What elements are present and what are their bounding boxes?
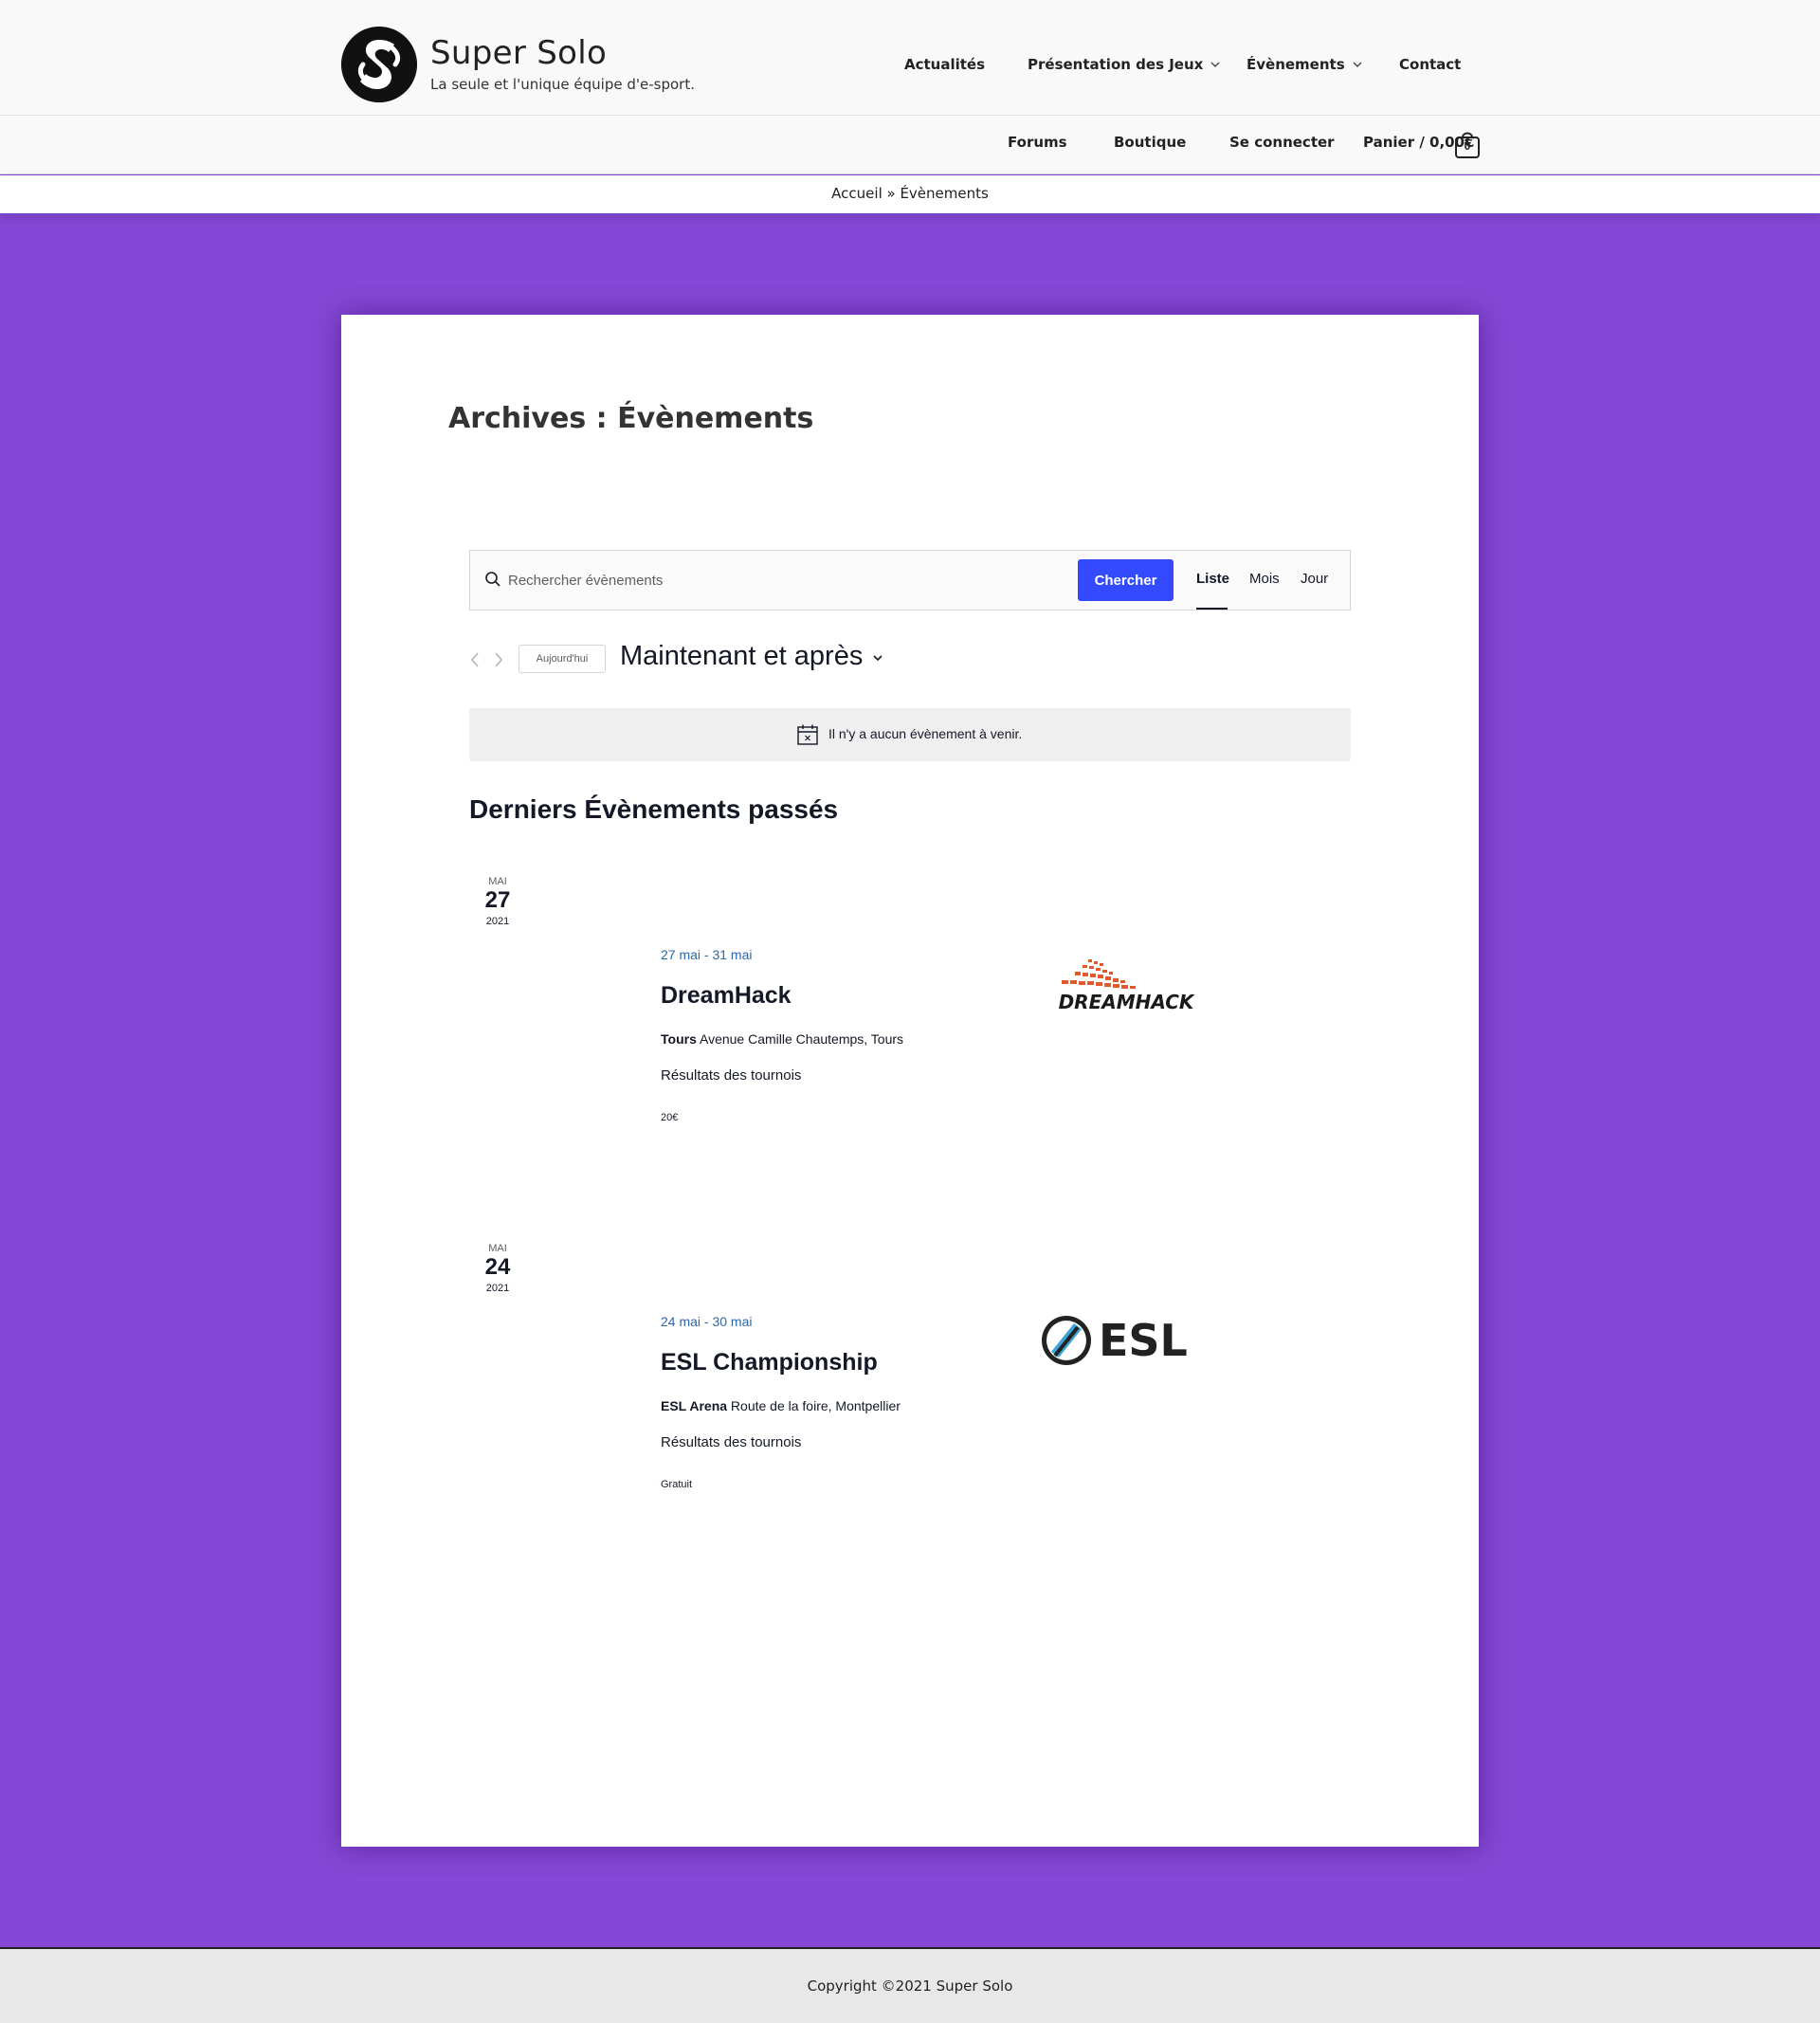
event-cost: 20€ (661, 1112, 679, 1123)
events-search-input[interactable] (508, 567, 1058, 593)
event-date-year: 2021 (485, 1283, 510, 1294)
calendar-x-icon (797, 724, 818, 745)
chevron-down-icon (1210, 60, 1220, 69)
nav-item-evenements[interactable]: Évènements (1247, 53, 1362, 76)
event-image-esl[interactable]: ESL (1038, 1312, 1218, 1369)
event-date-day: 27 (484, 887, 511, 913)
no-events-message: Il n'y a aucun évènement à venir. (828, 726, 1023, 741)
site-logo[interactable] (341, 27, 417, 102)
esl-logo-text: ESL (1099, 1315, 1188, 1366)
today-button[interactable]: Aujourd'hui (519, 645, 606, 673)
nav-item-presentation-jeux[interactable]: Présentation des Jeux (1028, 53, 1220, 76)
content-card (341, 315, 1479, 1847)
nav-item-label: Évènements (1247, 56, 1345, 73)
dreamhack-logo-icon: DREAMHACK (1059, 959, 1195, 1013)
cart-count-badge: 0 (1464, 139, 1471, 153)
event-dates: 24 mai - 30 mai (661, 1314, 753, 1329)
event-venue-address: Avenue Camille Chautemps, Tours (699, 1031, 904, 1047)
event-venue: Tours Avenue Camille Chautemps, Tours (661, 1031, 903, 1047)
page-title: Archives : Évènements (448, 402, 814, 435)
chevron-down-icon (872, 652, 883, 662)
nav-item-label: Contact (1399, 56, 1462, 73)
previous-arrow-icon[interactable] (468, 650, 482, 669)
next-arrow-icon[interactable] (492, 650, 505, 669)
search-submit-button[interactable]: Chercher (1078, 559, 1174, 601)
search-icon (485, 572, 500, 587)
header-secondary-bar (0, 116, 1820, 174)
esl-logo-icon: ESL (1042, 1315, 1188, 1366)
breadcrumb[interactable]: Accueil » Évènements (0, 175, 1820, 213)
event-date-month: Mai (488, 1243, 507, 1254)
nav-item-label: Présentation des Jeux (1028, 56, 1204, 73)
nav-item-forums[interactable]: Forums (1008, 134, 1067, 151)
site-tagline: La seule et l'unique équipe d'e-sport. (430, 76, 695, 93)
event-description: Résultats des tournois (661, 1434, 802, 1450)
event-date-day: 24 (484, 1254, 511, 1280)
event-venue-name: Tours (661, 1031, 697, 1047)
dreamhack-logo-text: DREAMHACK (1059, 991, 1195, 1013)
chevron-down-icon (1353, 60, 1362, 69)
event-image-dreamhack[interactable]: DREAMHACK (1043, 952, 1210, 1014)
nav-item-contact[interactable]: Contact (1399, 53, 1461, 76)
tab-mois[interactable]: Mois (1249, 571, 1280, 587)
nav-item-se-connecter[interactable]: Se connecter (1229, 134, 1335, 151)
nav-item-boutique[interactable]: Boutique (1114, 134, 1186, 151)
event-venue-name: ESL Arena (661, 1398, 728, 1413)
event-description: Résultats des tournois (661, 1067, 802, 1084)
event-venue-address: Route de la foire, Montpellier (730, 1398, 901, 1413)
event-dates: 27 mai - 31 mai (661, 947, 753, 962)
event-cost: Gratuit (661, 1479, 693, 1490)
site-title[interactable]: Super Solo (430, 34, 607, 72)
event-title-link[interactable]: DreamHack (661, 982, 792, 1010)
event-title-link[interactable]: ESL Championship (661, 1349, 878, 1376)
active-tab-indicator (1196, 608, 1228, 610)
nav-item-actualites[interactable]: Actualités (904, 53, 985, 76)
event-date-month: Mai (488, 876, 507, 887)
site-footer: Copyright ©2021 Super Solo (0, 1947, 1820, 2023)
date-range-picker[interactable]: Maintenant et après (620, 641, 883, 672)
ss-monogram-logo-icon (341, 27, 417, 102)
event-date-year: 2021 (485, 916, 510, 927)
event-venue: ESL Arena Route de la foire, Montpellier (661, 1398, 901, 1413)
tab-jour[interactable]: Jour (1301, 571, 1328, 587)
tab-liste[interactable]: Liste (1196, 571, 1229, 587)
nav-item-label: Actualités (904, 56, 986, 73)
date-range-label: Maintenant et après (620, 641, 864, 671)
past-events-heading: Derniers Évènements passés (469, 794, 839, 824)
copyright-text: Copyright ©2021 Super Solo (807, 1977, 1013, 1995)
